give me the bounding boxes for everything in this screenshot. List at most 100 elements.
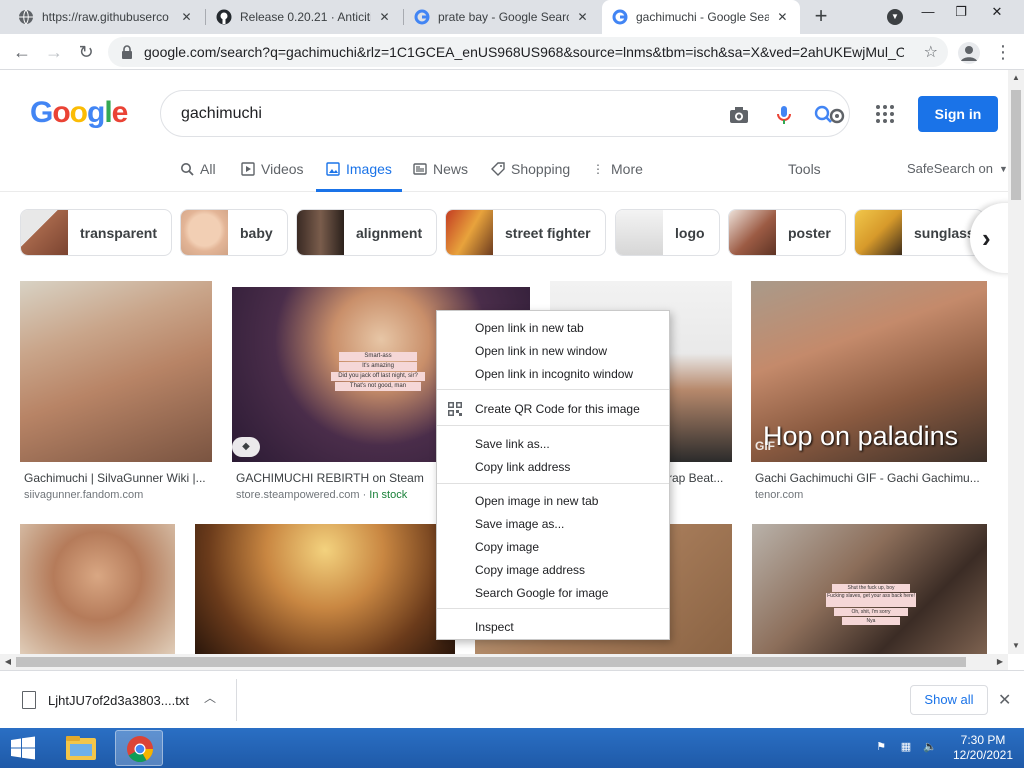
tab-search-icon[interactable]: ▼ — [887, 9, 903, 25]
show-all-button[interactable]: Show all — [910, 685, 988, 715]
new-tab-button[interactable]: + — [808, 5, 834, 29]
result-image[interactable] — [195, 524, 455, 654]
scroll-down-icon[interactable]: ▼ — [1008, 638, 1024, 654]
search-input[interactable]: gachimuchi — [181, 105, 262, 123]
result-title[interactable]: Gachi Gachimuchi GIF - Gachi Gachimu... — [755, 471, 985, 485]
result-image[interactable]: Shut the fuck up, boy Fucking slaves, ge… — [752, 524, 987, 654]
browser-tab-3[interactable]: prate bay - Google Searc ✕ — [404, 0, 600, 34]
window-close-button[interactable]: ✕ — [982, 2, 1012, 22]
menu-item-open-link-new-window[interactable]: Open link in new window — [475, 341, 607, 361]
close-icon[interactable]: ✕ — [775, 9, 790, 25]
close-icon[interactable]: ✕ — [575, 9, 590, 25]
menu-item-create-qr-code[interactable]: Create QR Code for this image — [475, 399, 640, 419]
vertical-scrollbar[interactable]: ▲ ▼ — [1008, 70, 1024, 654]
lock-icon[interactable] — [120, 45, 134, 59]
forward-arrow-icon[interactable]: → — [42, 40, 66, 64]
caption-bubble: Nya — [842, 617, 900, 625]
tab-news[interactable]: News — [413, 161, 468, 177]
chip-logo[interactable]: logo — [615, 209, 720, 256]
browser-tab-2[interactable]: Release 0.20.21 · Anticiti ✕ — [206, 0, 402, 34]
scrollbar-thumb[interactable] — [1011, 90, 1021, 200]
search-settings-icon[interactable] — [813, 104, 847, 126]
logo-letter: l — [104, 96, 112, 129]
chevron-up-icon[interactable]: ︿ — [204, 689, 216, 706]
tab-label: News — [433, 161, 469, 177]
logo-letter: G — [30, 96, 53, 129]
result-image[interactable]: Hop on paladins — [751, 281, 987, 462]
chip-thumbnail — [21, 210, 68, 255]
reload-icon[interactable]: ↻ — [74, 40, 98, 64]
tab-label: All — [200, 161, 216, 177]
google-apps-icon[interactable] — [876, 105, 894, 123]
tab-videos[interactable]: Videos — [241, 161, 304, 177]
google-logo[interactable]: Google — [30, 96, 128, 130]
tab-strip: https://raw.githubuserco ✕ Release 0.20.… — [0, 0, 1024, 34]
tab-label: More — [611, 161, 643, 177]
result-title[interactable]: GACHIMUCHI REBIRTH on Steam — [236, 471, 436, 485]
tab-more[interactable]: ⋮ More — [591, 161, 643, 177]
browser-tab-4[interactable]: gachimuchi - Google Sea ✕ — [602, 0, 800, 34]
browser-tab-1[interactable]: https://raw.githubuserco ✕ — [8, 0, 204, 34]
tab-all[interactable]: All — [180, 161, 216, 177]
windows-start-icon[interactable] — [8, 736, 38, 760]
menu-item-save-image-as[interactable]: Save image as... — [475, 514, 564, 534]
sign-in-button[interactable]: Sign in — [918, 96, 998, 132]
volume-icon[interactable]: 🔈 — [922, 740, 938, 756]
close-icon[interactable]: ✕ — [998, 690, 1011, 710]
menu-item-open-image-new-tab[interactable]: Open image in new tab — [475, 491, 598, 511]
tab-shopping[interactable]: Shopping — [491, 161, 570, 177]
chip-alignment[interactable]: alignment — [296, 209, 438, 256]
chip-baby[interactable]: baby — [180, 209, 288, 256]
chip-label: street fighter — [505, 224, 591, 241]
chip-transparent[interactable]: transparent — [20, 209, 173, 256]
result-image[interactable] — [20, 524, 175, 654]
menu-item-copy-image[interactable]: Copy image — [475, 537, 539, 557]
close-icon[interactable]: ✕ — [377, 9, 392, 25]
system-clock[interactable]: 7:30 PM 12/20/2021 — [948, 733, 1018, 763]
menu-item-copy-image-address[interactable]: Copy image address — [475, 560, 585, 580]
tag-icon — [491, 162, 505, 176]
scroll-left-icon[interactable]: ◀ — [0, 654, 16, 670]
horizontal-scrollbar[interactable]: ◀ ▶ — [0, 654, 1008, 670]
menu-item-search-google-for-image[interactable]: Search Google for image — [475, 583, 608, 603]
caption-bubble: Shut the fuck up, boy — [832, 584, 910, 592]
minimize-button[interactable]: — — [913, 2, 943, 22]
close-icon[interactable]: ✕ — [179, 9, 194, 25]
chrome-icon[interactable] — [115, 730, 163, 766]
menu-item-copy-link-address[interactable]: Copy link address — [475, 457, 570, 477]
back-arrow-icon[interactable]: ← — [10, 40, 34, 64]
camera-icon[interactable] — [728, 104, 750, 126]
result-title[interactable]: rap Beat... — [668, 471, 732, 485]
chip-sunglasses[interactable]: sunglasses — [854, 209, 984, 256]
scroll-up-icon[interactable]: ▲ — [1008, 70, 1024, 86]
scroll-right-icon[interactable]: ▶ — [992, 654, 1008, 670]
action-center-flag-icon[interactable]: ⚑ — [873, 740, 889, 756]
browser-menu-icon[interactable]: ⋮ — [994, 40, 1012, 64]
search-box[interactable]: gachimuchi — [160, 90, 850, 137]
restore-button[interactable]: ❐ — [946, 2, 976, 22]
tab-images[interactable]: Images — [316, 161, 402, 192]
bookmark-star-icon[interactable]: ☆ — [924, 42, 938, 62]
chip-thumbnail — [297, 210, 344, 255]
microphone-icon[interactable] — [773, 104, 795, 126]
download-divider — [236, 679, 237, 721]
scrollbar-thumb[interactable] — [16, 657, 966, 667]
menu-item-inspect[interactable]: Inspect — [475, 617, 514, 637]
logo-letter: g — [87, 96, 105, 129]
network-icon[interactable]: ▦ — [898, 740, 914, 756]
menu-item-open-link-incognito[interactable]: Open link in incognito window — [475, 364, 633, 384]
result-title[interactable]: Gachimuchi | SilvaGunner Wiki |... — [24, 471, 212, 485]
file-explorer-icon[interactable] — [57, 730, 105, 766]
address-bar[interactable]: google.com/search?q=gachimuchi&rlz=1C1GC… — [108, 37, 948, 67]
tools-button[interactable]: Tools — [788, 161, 821, 177]
profile-avatar-icon[interactable] — [958, 42, 980, 64]
menu-item-save-link-as[interactable]: Save link as... — [475, 434, 550, 454]
menu-item-open-link-new-tab[interactable]: Open link in new tab — [475, 318, 584, 338]
download-filename[interactable]: LjhtJU7of2d3a3803....txt — [48, 693, 189, 708]
safesearch-toggle[interactable]: SafeSearch on ▼ — [907, 161, 1008, 176]
chip-street-fighter[interactable]: street fighter — [445, 209, 606, 256]
tab-title: Release 0.20.21 · Anticiti — [240, 10, 372, 24]
result-image[interactable] — [20, 281, 212, 462]
play-icon — [241, 162, 255, 176]
chip-poster[interactable]: poster — [728, 209, 846, 256]
